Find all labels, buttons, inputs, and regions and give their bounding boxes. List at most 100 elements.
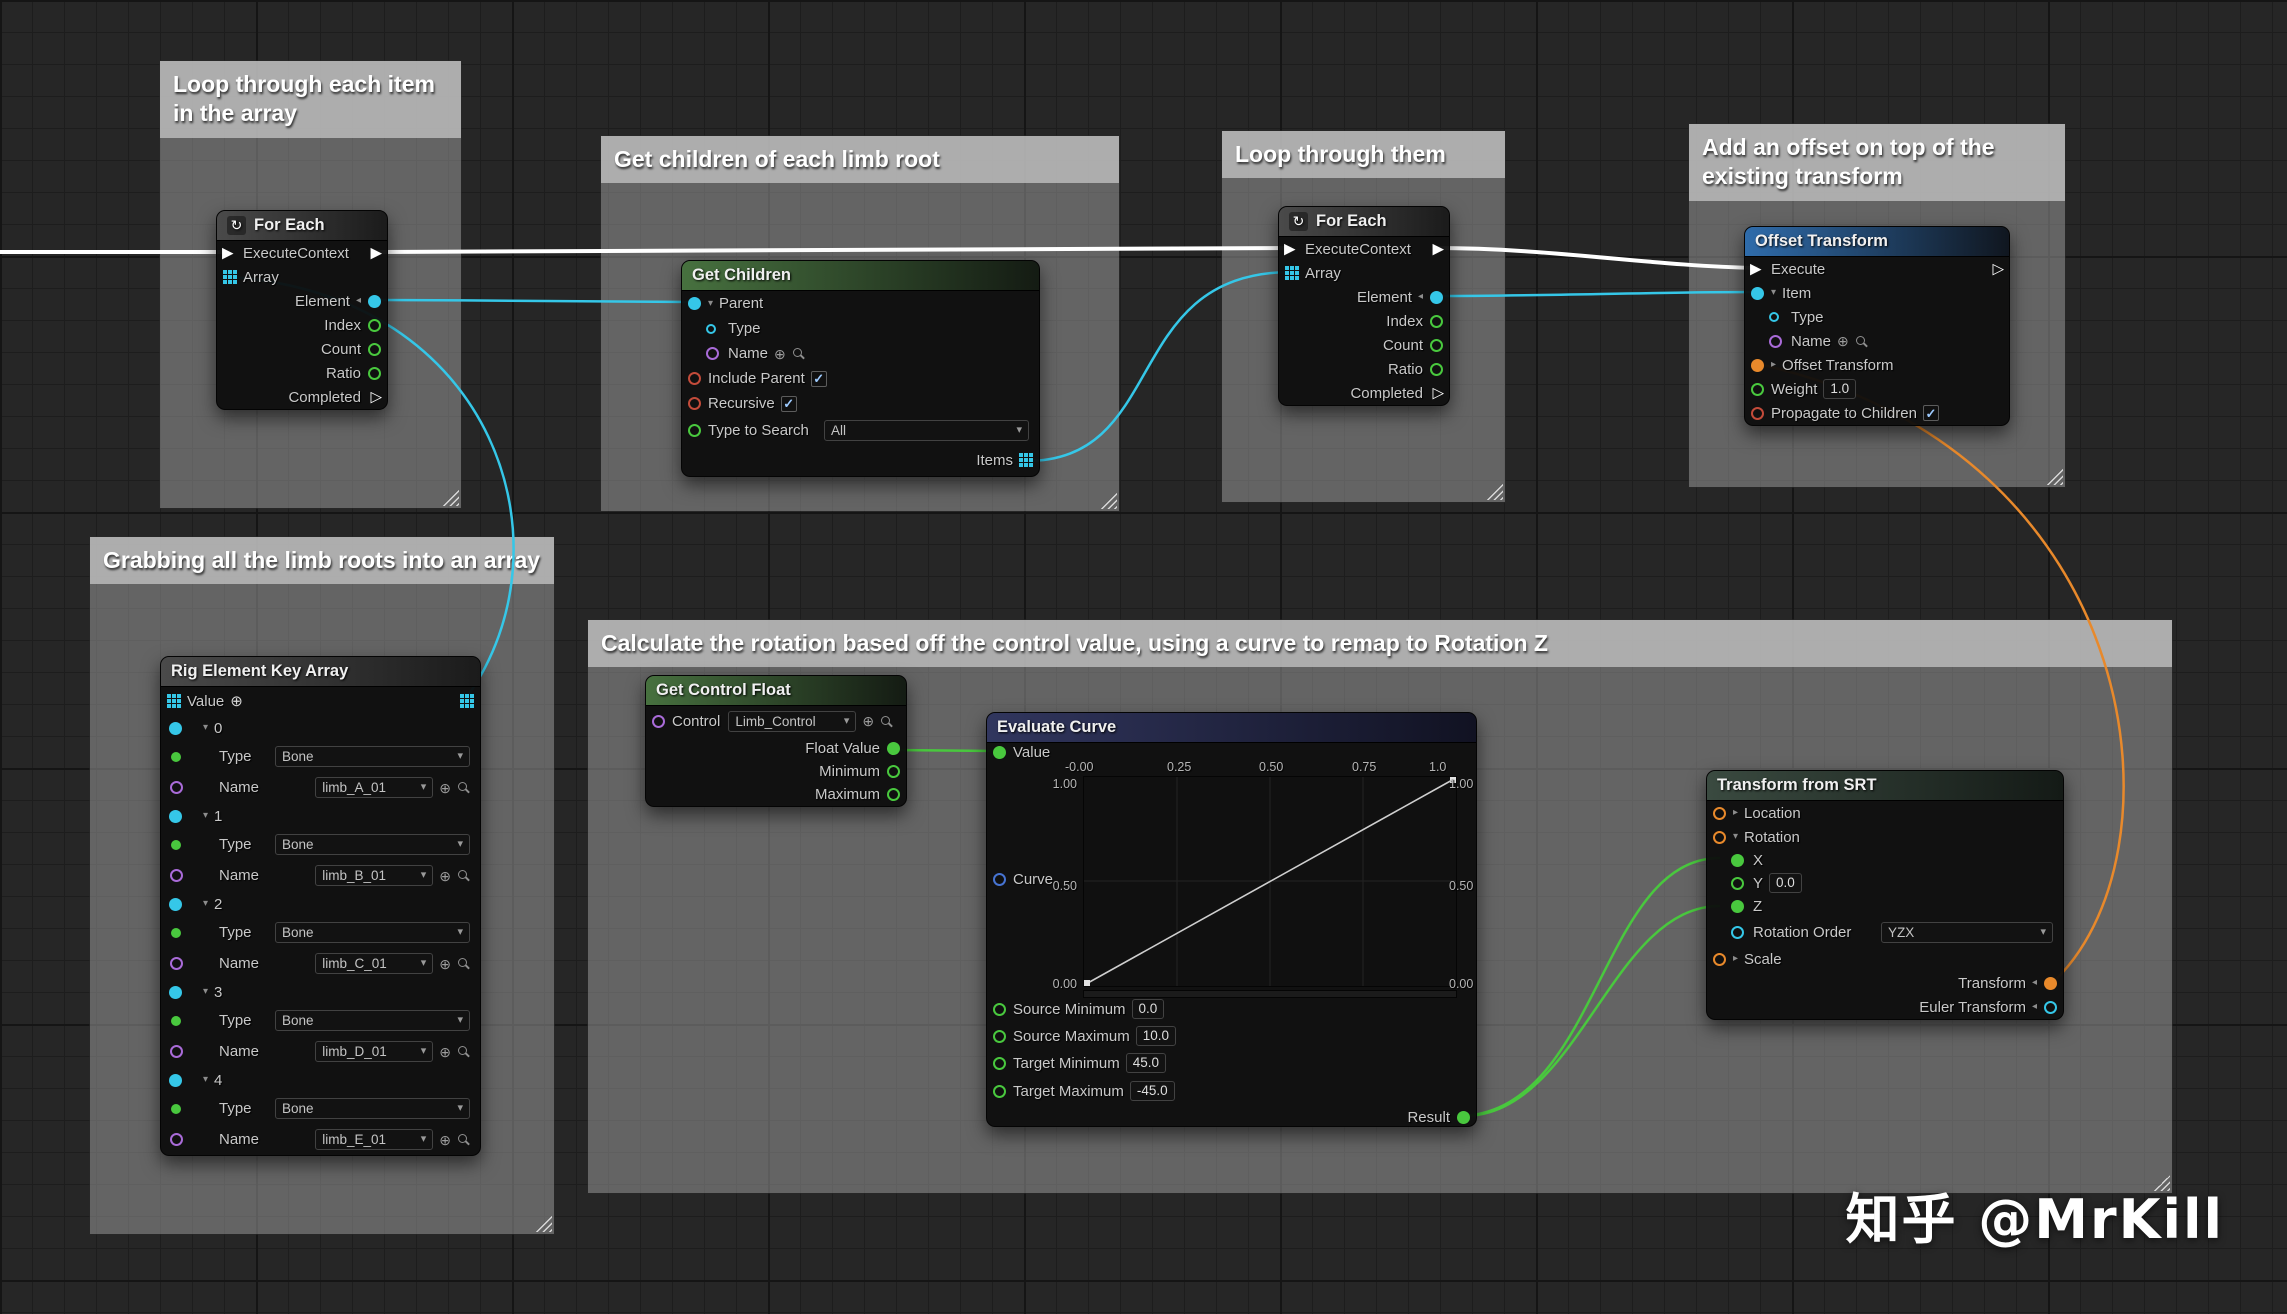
exec-out-pin[interactable]: ▷ <box>1992 262 2004 277</box>
parent-pin[interactable] <box>688 297 701 310</box>
node-header[interactable]: Evaluate Curve <box>987 713 1476 743</box>
element-pin[interactable] <box>169 810 182 823</box>
curve-editor[interactable] <box>1083 776 1457 987</box>
expand-icon[interactable]: ▾ <box>1733 832 1738 842</box>
minimum-pin[interactable] <box>887 765 900 778</box>
float-value-pin[interactable] <box>887 742 900 755</box>
control-pin[interactable] <box>652 715 665 728</box>
item-pin[interactable] <box>1751 287 1764 300</box>
type-pin[interactable] <box>171 1016 181 1026</box>
node-get-children[interactable]: Get Children ▾ Parent Type Name ⊕ Includ… <box>681 260 1040 477</box>
add-element-icon[interactable]: ⊕ <box>230 694 243 709</box>
type-dropdown[interactable]: Bone ▾ <box>275 1010 470 1031</box>
element-pin[interactable] <box>169 898 182 911</box>
type-dropdown[interactable]: Bone ▾ <box>275 1098 470 1119</box>
source-maximum-input[interactable]: 10.0 <box>1136 1026 1176 1046</box>
weight-pin[interactable] <box>1751 383 1764 396</box>
collapse-icon[interactable]: ◂ <box>1418 292 1423 302</box>
propagate-pin[interactable] <box>1751 407 1764 420</box>
search-icon[interactable] <box>880 715 893 728</box>
name-pin[interactable] <box>170 1133 183 1146</box>
comment-title[interactable]: Add an offset on top of the existing tra… <box>1689 124 2065 201</box>
search-icon[interactable] <box>457 781 470 794</box>
scale-pin[interactable] <box>1713 953 1726 966</box>
expand-icon[interactable]: ▾ <box>203 1075 208 1085</box>
ratio-pin[interactable] <box>368 367 381 380</box>
expand-icon[interactable]: ▾ <box>203 987 208 997</box>
include-parent-pin[interactable] <box>688 372 701 385</box>
node-for-each-1[interactable]: ↻ For Each ▶ ExecuteContext ▶ Array Elem… <box>216 210 388 410</box>
result-pin[interactable] <box>1457 1111 1470 1124</box>
completed-exec-pin[interactable]: ▷ <box>370 390 382 405</box>
target-maximum-input[interactable]: -45.0 <box>1130 1081 1175 1101</box>
type-pin[interactable] <box>1769 312 1779 322</box>
graph-canvas[interactable]: Loop through each item in the array Get … <box>0 0 2287 1314</box>
control-dropdown[interactable]: Limb_Control ▾ <box>728 711 856 732</box>
element-pin[interactable] <box>169 1074 182 1087</box>
search-icon[interactable] <box>792 347 805 360</box>
value-array-pin[interactable] <box>167 694 171 698</box>
name-dropdown[interactable]: limb_E_01 ▾ <box>315 1129 433 1150</box>
plus-icon[interactable]: ⊕ <box>439 869 451 883</box>
node-header[interactable]: Get Control Float <box>646 676 906 706</box>
index-pin[interactable] <box>1430 315 1443 328</box>
rotation-pin[interactable] <box>1713 831 1726 844</box>
name-pin[interactable] <box>170 869 183 882</box>
type-pin[interactable] <box>171 840 181 850</box>
node-header[interactable]: Rig Element Key Array <box>161 657 480 687</box>
comment-title[interactable]: Loop through them <box>1222 131 1505 178</box>
resize-grip[interactable] <box>2047 469 2063 485</box>
exec-in-pin[interactable]: ▶ <box>1750 262 1762 277</box>
exec-out-pin[interactable]: ▶ <box>1432 242 1444 257</box>
node-header[interactable]: ↻ For Each <box>1279 207 1449 237</box>
plus-icon[interactable]: ⊕ <box>439 957 451 971</box>
collapse-icon[interactable]: ◂ <box>2032 978 2037 988</box>
type-pin[interactable] <box>171 928 181 938</box>
node-header[interactable]: Get Children <box>682 261 1039 291</box>
collapse-icon[interactable]: ◂ <box>356 296 361 306</box>
name-pin[interactable] <box>1769 335 1782 348</box>
expand-icon[interactable]: ▸ <box>1771 360 1776 370</box>
expand-icon[interactable]: ▾ <box>1771 288 1776 298</box>
maximum-pin[interactable] <box>887 788 900 801</box>
name-dropdown[interactable]: limb_A_01 ▾ <box>315 777 433 798</box>
expand-icon[interactable]: ▾ <box>203 723 208 733</box>
search-icon[interactable] <box>457 1045 470 1058</box>
transform-pin[interactable] <box>2044 977 2057 990</box>
y-pin[interactable] <box>1731 877 1744 890</box>
resize-grip[interactable] <box>1487 484 1503 500</box>
node-rig-element-key-array[interactable]: Rig Element Key Array Value ⊕ ▾ 0 Type B… <box>160 656 481 1156</box>
node-for-each-2[interactable]: ↻ For Each ▶ ExecuteContext ▶ Array Elem… <box>1278 206 1450 406</box>
exec-in-pin[interactable]: ▶ <box>1284 242 1296 257</box>
expand-icon[interactable]: ▾ <box>203 811 208 821</box>
resize-grip[interactable] <box>443 490 459 506</box>
plus-icon[interactable]: ⊕ <box>774 347 786 361</box>
rotation-order-dropdown[interactable]: YZX ▾ <box>1881 922 2053 943</box>
plus-icon[interactable]: ⊕ <box>1837 334 1849 348</box>
value-pin[interactable] <box>993 746 1006 759</box>
name-dropdown[interactable]: limb_B_01 ▾ <box>315 865 433 886</box>
expand-icon[interactable]: ▸ <box>1733 954 1738 964</box>
element-pin[interactable] <box>368 295 381 308</box>
source-maximum-pin[interactable] <box>993 1030 1006 1043</box>
exec-in-pin[interactable]: ▶ <box>222 246 234 261</box>
expand-icon[interactable]: ▾ <box>708 299 713 309</box>
source-minimum-input[interactable]: 0.0 <box>1132 999 1165 1019</box>
type-dropdown[interactable]: Bone ▾ <box>275 746 470 767</box>
curve-pin[interactable] <box>993 873 1006 886</box>
include-parent-checkbox[interactable]: ✓ <box>811 371 827 387</box>
array-output-pin[interactable] <box>460 694 464 698</box>
name-pin[interactable] <box>170 781 183 794</box>
name-pin[interactable] <box>706 347 719 360</box>
expand-icon[interactable]: ▾ <box>203 899 208 909</box>
type-pin[interactable] <box>171 1104 181 1114</box>
type-pin[interactable] <box>171 752 181 762</box>
node-transform-from-srt[interactable]: Transform from SRT ▸ Location ▾ Rotation… <box>1706 770 2064 1020</box>
plus-icon[interactable]: ⊕ <box>862 714 874 728</box>
rotation-order-pin[interactable] <box>1731 926 1744 939</box>
node-offset-transform[interactable]: Offset Transform ▶ Execute ▷ ▾ Item Type… <box>1744 226 2010 426</box>
recursive-checkbox[interactable]: ✓ <box>781 396 797 412</box>
source-minimum-pin[interactable] <box>993 1003 1006 1016</box>
collapse-icon[interactable]: ◂ <box>2032 1002 2037 1012</box>
node-header[interactable]: Transform from SRT <box>1707 771 2063 801</box>
